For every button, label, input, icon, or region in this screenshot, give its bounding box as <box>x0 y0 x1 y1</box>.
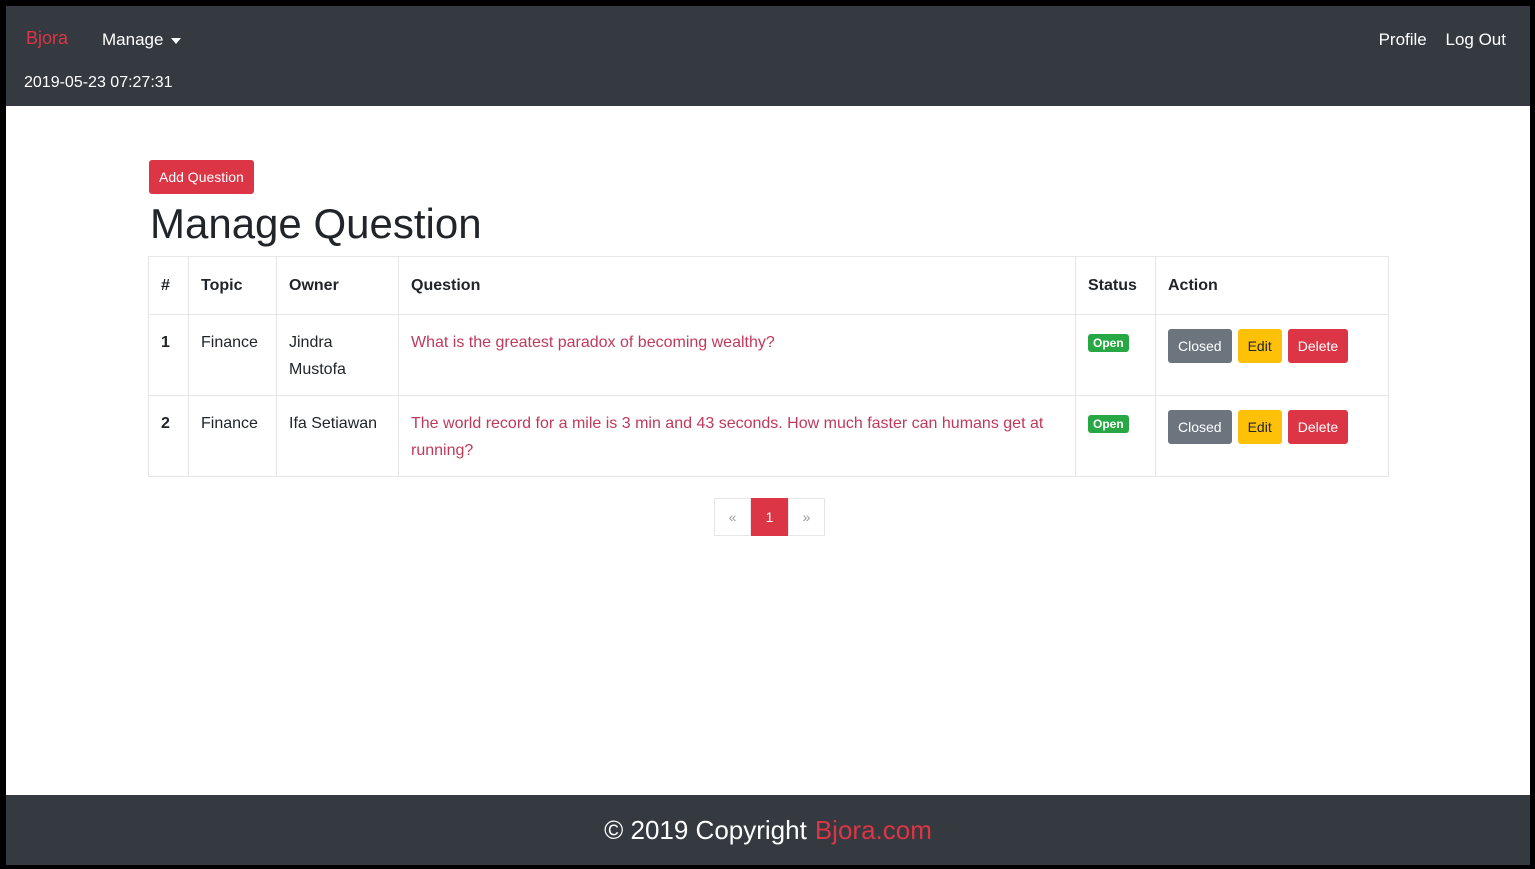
header-owner: Owner <box>276 256 399 315</box>
header-number: # <box>148 256 189 315</box>
header-question: Question <box>398 256 1076 315</box>
row-number: 2 <box>148 395 189 477</box>
delete-button[interactable]: Delete <box>1287 410 1349 444</box>
caret-down-icon <box>171 37 182 44</box>
add-question-button[interactable]: Add Question <box>149 160 254 194</box>
pagination-next[interactable]: » <box>788 498 825 536</box>
top-navbar: Bjora Manage 2019-05-23 07:27:31 Profile… <box>6 6 1530 106</box>
manage-dropdown[interactable]: Manage <box>102 30 182 50</box>
pagination: « 1 » <box>714 498 825 536</box>
row-topic: Finance <box>188 395 277 477</box>
delete-button[interactable]: Delete <box>1287 329 1349 363</box>
header-action: Action <box>1155 256 1389 315</box>
edit-button[interactable]: Edit <box>1237 329 1282 363</box>
question-link[interactable]: The world record for a mile is 3 min and… <box>411 415 1043 459</box>
status-badge: Open <box>1088 334 1129 352</box>
manage-label: Manage <box>102 30 164 49</box>
closed-button[interactable]: Closed <box>1168 410 1232 444</box>
question-link[interactable]: What is the greatest paradox of becoming… <box>411 334 775 351</box>
page-title: Manage Question <box>150 200 482 247</box>
closed-button[interactable]: Closed <box>1168 329 1232 363</box>
row-owner: Jindra Mustofa <box>276 314 399 396</box>
edit-button[interactable]: Edit <box>1237 410 1282 444</box>
row-number: 1 <box>148 314 189 396</box>
current-datetime: 2019-05-23 07:27:31 <box>24 74 173 91</box>
app-window: Bjora Manage 2019-05-23 07:27:31 Profile… <box>6 6 1530 865</box>
nav-right-links: Profile Log Out <box>1365 30 1506 50</box>
questions-table: # Topic Owner Question Status Action 1 F… <box>148 256 1389 477</box>
pagination-prev[interactable]: « <box>714 498 751 536</box>
header-status: Status <box>1075 256 1156 315</box>
profile-link[interactable]: Profile <box>1379 30 1427 49</box>
table-row: 2 Finance Ifa Setiawan The world record … <box>148 395 1389 477</box>
footer-brand-link[interactable]: Bjora.com <box>815 815 932 846</box>
footer: © 2019 Copyright Bjora.com <box>6 795 1530 865</box>
footer-copyright: © 2019 Copyright <box>604 814 807 845</box>
header-topic: Topic <box>188 256 277 315</box>
logout-link[interactable]: Log Out <box>1446 30 1507 49</box>
row-owner: Ifa Setiawan <box>276 395 399 477</box>
table-row: 1 Finance Jindra Mustofa What is the gre… <box>148 314 1389 396</box>
pagination-page-current[interactable]: 1 <box>751 498 788 536</box>
brand-logo[interactable]: Bjora <box>26 28 68 49</box>
row-topic: Finance <box>188 314 277 396</box>
table-header-row: # Topic Owner Question Status Action <box>148 256 1389 315</box>
status-badge: Open <box>1088 415 1129 433</box>
